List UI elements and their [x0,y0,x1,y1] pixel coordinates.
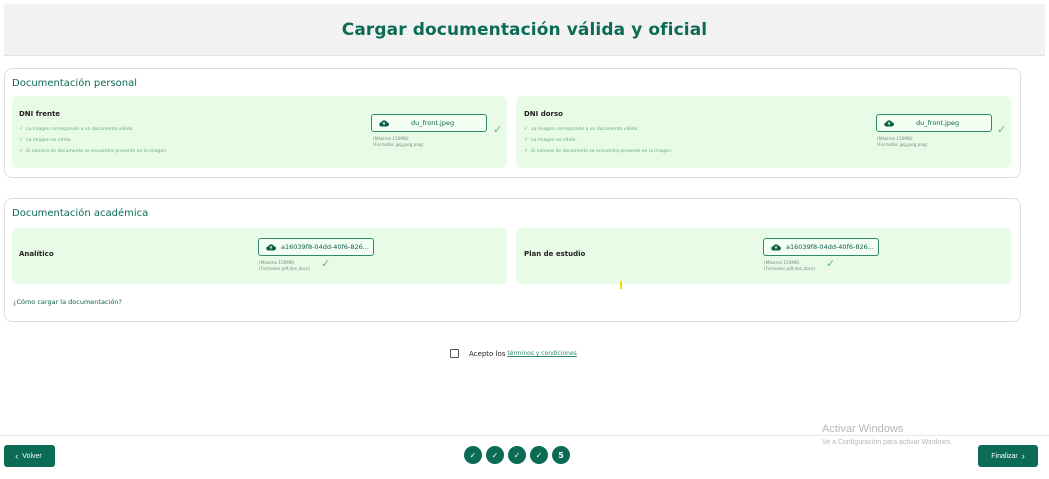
chevron-left-icon: ‹ [15,451,19,461]
page-title: Cargar documentación válida y oficial [341,19,708,40]
check-icon: ✓ [524,126,529,132]
help-link[interactable]: ¿Cómo cargar la documentación? [13,298,122,306]
back-label: Volver [22,452,42,460]
dni-back-card: DNI dorso ✓ La imagen corresponde a un do… [516,96,1011,168]
study-plan-title: Plan de estudio [524,250,586,258]
analytic-card: Analítico a16039f8-04dd-40f6-826... (Máx… [12,228,507,284]
cloud-upload-icon [771,244,781,251]
terms-checkbox[interactable] [450,349,459,358]
chevron-right-icon: › [1021,451,1025,461]
study-plan-file-name: a16039f8-04dd-40f6-826... [786,243,874,251]
dni-front-rule: ✓ El número de documento se encuentra pre… [19,148,168,154]
dni-back-file-name: du_front.jpeg [916,119,960,127]
academic-docs-title: Documentación académica [12,208,149,219]
check-icon: ✓ [19,148,24,154]
analytic-hint: (Máximo 150MB) (Formatos pdf,doc,docx) [259,260,311,271]
check-icon: ✓ [524,137,529,143]
dni-back-valid-check-icon: ✓ [997,123,1007,136]
back-button[interactable]: ‹ Volver [4,445,55,467]
personal-docs-section: Documentación personal DNI frente ✓ La im… [4,68,1021,178]
check-icon: ✓ [19,126,24,132]
text-cursor [620,281,622,289]
windows-activation-watermark: Activar Windows Ve a Configuración para … [822,423,952,446]
cloud-upload-icon [379,120,389,127]
cloud-upload-icon [266,244,276,251]
watermark-subtitle: Ve a Configuración para activar Windows. [822,439,952,446]
dni-front-valid-check-icon: ✓ [493,123,503,136]
dni-front-file-name: du_front.jpeg [411,119,455,127]
dni-front-card: DNI frente ✓ La imagen corresponde a un d… [12,96,507,168]
page-header: Cargar documentación válida y oficial [4,4,1045,56]
progress-steps: ✓ ✓ ✓ ✓ 5 [464,446,570,464]
step-indicator: ✓ [508,446,526,464]
study-plan-valid-check-icon: ✓ [826,257,836,270]
study-plan-card: Plan de estudio a16039f8-04dd-40f6-826..… [516,228,1011,284]
dni-back-title: DNI dorso [524,110,563,118]
dni-front-rule: ✓ La imagen es nítida. [19,137,72,143]
terms-link[interactable]: términos y condiciones [507,350,576,357]
analytic-file-name: a16039f8-04dd-40f6-826... [281,243,369,251]
finish-button[interactable]: Finalizar › [978,445,1038,467]
study-plan-file-button[interactable]: a16039f8-04dd-40f6-826... [763,238,879,256]
terms-prefix: Acepto los [469,349,506,358]
academic-docs-section: Documentación académica Analítico a16039… [4,198,1021,322]
analytic-file-button[interactable]: a16039f8-04dd-40f6-826... [258,238,374,256]
analytic-valid-check-icon: ✓ [321,257,331,270]
dni-back-rule: ✓ La imagen es nítida. [524,137,577,143]
terms-row: Acepto los términos y condiciones [450,349,577,358]
dni-front-title: DNI frente [19,110,61,118]
finish-label: Finalizar [991,452,1018,460]
dni-back-rule: ✓ El número de documento se encuentra pre… [524,148,673,154]
watermark-title: Activar Windows [822,423,904,435]
check-icon: ✓ [19,137,24,143]
dni-front-rule: ✓ La imagen corresponde a un documento vá… [19,126,134,132]
step-indicator: ✓ [486,446,504,464]
cloud-upload-icon [884,120,894,127]
dni-back-file-button[interactable]: du_front.jpeg [876,114,992,132]
step-indicator: ✓ [530,446,548,464]
dni-back-hint: (Máximo 150MB) (Formatos jpg,jpeg,png) [877,136,928,147]
step-indicator-current: 5 [552,446,570,464]
dni-back-rule: ✓ La imagen corresponde a un documento vá… [524,126,639,132]
step-indicator: ✓ [464,446,482,464]
study-plan-hint: (Máximo 150MB) (Formatos pdf,doc,docx) [764,260,816,271]
check-icon: ✓ [524,148,529,154]
dni-front-hint: (Máximo 150MB) (Formatos jpg,jpeg,png) [373,136,424,147]
analytic-title: Analítico [19,250,54,258]
personal-docs-title: Documentación personal [12,78,138,89]
dni-front-file-button[interactable]: du_front.jpeg [371,114,487,132]
